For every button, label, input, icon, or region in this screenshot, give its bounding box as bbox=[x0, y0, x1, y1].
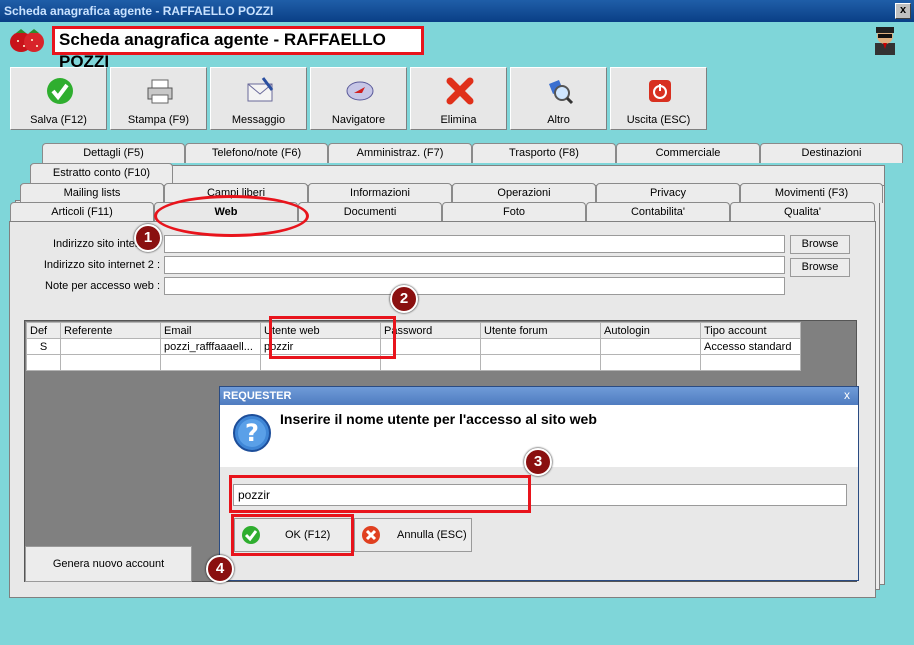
search-icon bbox=[549, 80, 574, 105]
dialog-close-button[interactable]: x bbox=[840, 389, 854, 403]
table-cell[interactable]: pozzi_rafffaaaell... bbox=[160, 338, 261, 355]
table-cell[interactable] bbox=[160, 354, 261, 371]
table-cell[interactable] bbox=[60, 354, 161, 371]
tab-amministraz-f7[interactable]: Amministraz. (F7) bbox=[328, 143, 472, 163]
browse-button-2[interactable]: Browse bbox=[790, 258, 850, 277]
tab-privacy[interactable]: Privacy bbox=[596, 183, 740, 203]
toolbar-button-label: Messaggio bbox=[231, 114, 286, 126]
envelope-icon bbox=[247, 77, 274, 102]
svg-text:?: ? bbox=[245, 419, 259, 447]
cancel-label: Annulla (ESC) bbox=[397, 529, 467, 541]
notes-input[interactable] bbox=[164, 277, 785, 295]
window-title: Scheda anagrafica agente - RAFFAELLO POZ… bbox=[4, 4, 274, 18]
column-header[interactable]: Def bbox=[26, 322, 61, 339]
browse-button-1[interactable]: Browse bbox=[790, 235, 850, 254]
table-row[interactable] bbox=[26, 354, 801, 371]
table-cell[interactable] bbox=[600, 338, 701, 355]
toolbar-button-2[interactable]: Messaggio bbox=[210, 67, 307, 130]
callout-3: 3 bbox=[524, 448, 552, 476]
table-cell[interactable] bbox=[480, 338, 601, 355]
toolbar-button-label: Altro bbox=[547, 114, 570, 126]
toolbar-button-label: Uscita (ESC) bbox=[626, 114, 691, 126]
tab-estratto-conto-f10[interactable]: Estratto conto (F10) bbox=[30, 163, 173, 183]
toolbar-button-label: Elimina bbox=[440, 114, 477, 126]
tab-movimenti-f3[interactable]: Movimenti (F3) bbox=[740, 183, 883, 203]
table-cell[interactable]: S bbox=[26, 338, 61, 355]
table-cell[interactable] bbox=[480, 354, 601, 371]
toolbar-button-label: Stampa (F9) bbox=[127, 114, 190, 126]
table-cell[interactable] bbox=[600, 354, 701, 371]
table-row[interactable]: Spozzi_rafffaaaell... pozzir Accesso stand… bbox=[26, 338, 801, 355]
table-cell[interactable] bbox=[26, 354, 61, 371]
tab-destinazioni[interactable]: Destinazioni bbox=[760, 143, 903, 163]
question-icon: ? bbox=[233, 414, 271, 452]
site2-input[interactable] bbox=[164, 256, 785, 274]
tab-foto[interactable]: Foto bbox=[442, 202, 586, 222]
toolbar-button-4[interactable]: Elimina bbox=[410, 67, 507, 130]
check-icon bbox=[47, 78, 73, 104]
dialog-title: REQUESTER bbox=[220, 387, 858, 405]
tab-articoli-f11[interactable]: Articoli (F11) bbox=[10, 202, 154, 222]
callout-2: 2 bbox=[390, 285, 418, 313]
toolbar-button-5[interactable]: Altro bbox=[510, 67, 607, 130]
table-cell[interactable] bbox=[700, 354, 801, 371]
highlight-ok bbox=[231, 514, 354, 556]
tab-dettagli-f5[interactable]: Dettagli (F5) bbox=[42, 143, 185, 163]
x-icon bbox=[446, 77, 474, 105]
toolbar-button-0[interactable]: Salva (F12) bbox=[10, 67, 107, 130]
tab-contabilita[interactable]: Contabilita' bbox=[586, 202, 730, 222]
generate-account-button[interactable]: Genera nuovo account bbox=[25, 546, 192, 582]
strawberry-icon bbox=[10, 29, 44, 52]
callout-4: 4 bbox=[206, 555, 234, 583]
toolbar-button-label: Navigatore bbox=[331, 114, 386, 126]
column-header[interactable]: Referente bbox=[60, 322, 161, 339]
column-header[interactable]: Email bbox=[160, 322, 261, 339]
toolbar-button-6[interactable]: Uscita (ESC) bbox=[610, 67, 707, 130]
tab-informazioni[interactable]: Informazioni bbox=[308, 183, 452, 203]
column-header[interactable]: Tipo account bbox=[700, 322, 801, 339]
cancel-icon bbox=[362, 526, 380, 544]
tab-mailing-lists[interactable]: Mailing lists bbox=[20, 183, 164, 203]
compass-icon bbox=[346, 81, 374, 101]
highlight-web-tab bbox=[154, 195, 309, 237]
notes-label: Note per accesso web : bbox=[45, 280, 160, 292]
column-header[interactable]: Utente forum bbox=[480, 322, 601, 339]
page-title: Scheda anagrafica agente - RAFFAELLO POZ… bbox=[52, 26, 424, 71]
column-header[interactable]: Autologin bbox=[600, 322, 701, 339]
window-close-button[interactable]: x bbox=[895, 3, 911, 19]
dialog-message: Inserire il nome utente per l'accesso al… bbox=[280, 411, 597, 427]
tab-qualita[interactable]: Qualita' bbox=[730, 202, 875, 222]
tab-telefono-note-f6[interactable]: Telefono/note (F6) bbox=[185, 143, 328, 163]
tab-commerciale[interactable]: Commerciale bbox=[616, 143, 760, 163]
window-title-bar: Scheda anagrafica agente - RAFFAELLO POZ… bbox=[0, 0, 914, 22]
highlight-input bbox=[229, 475, 531, 513]
toolbar-button-3[interactable]: Navigatore bbox=[310, 67, 407, 130]
toolbar-button-1[interactable]: Stampa (F9) bbox=[110, 67, 207, 130]
tab-trasporto-f8[interactable]: Trasporto (F8) bbox=[472, 143, 616, 163]
callout-1: 1 bbox=[134, 224, 162, 252]
highlight-utente-web bbox=[269, 316, 396, 359]
tab-documenti[interactable]: Documenti bbox=[298, 202, 442, 222]
site1-input[interactable] bbox=[164, 235, 785, 253]
toolbar-button-label: Salva (F12) bbox=[30, 114, 87, 126]
power-icon bbox=[649, 80, 671, 102]
header: Scheda anagrafica agente - RAFFAELLO POZ… bbox=[0, 22, 914, 71]
agent-avatar-icon bbox=[875, 27, 895, 55]
tab-operazioni[interactable]: Operazioni bbox=[452, 183, 596, 203]
cancel-button[interactable]: Annulla (ESC) bbox=[354, 518, 472, 552]
accounts-table: Def Referente Email Utente web Password Utent… bbox=[26, 322, 801, 371]
table-cell[interactable]: Accesso standard bbox=[700, 338, 801, 355]
table-cell[interactable] bbox=[60, 338, 161, 355]
printer-icon bbox=[147, 79, 173, 104]
site2-label: Indirizzo sito internet 2 : bbox=[43, 259, 160, 271]
